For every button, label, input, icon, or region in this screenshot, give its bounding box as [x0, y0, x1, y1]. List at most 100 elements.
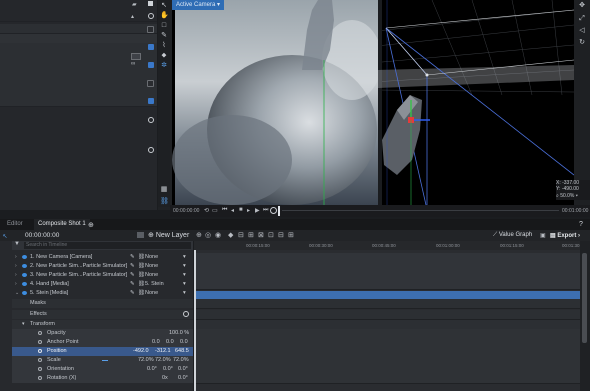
property-value-x[interactable]: 72.0%: [138, 356, 154, 365]
camera-icon[interactable]: ▭: [212, 207, 218, 214]
trim-icon[interactable]: ⊡: [268, 231, 274, 239]
timeline-tracks[interactable]: [194, 241, 580, 391]
keyframe-stopwatch-icon[interactable]: [38, 340, 42, 344]
property-row[interactable]: Anchor Point 0.0 0.0 0.0: [12, 338, 193, 347]
snap-icon[interactable]: ◉: [215, 231, 221, 239]
layer-row[interactable]: › 2. New Particle Sim...Particle Simulat…: [12, 262, 193, 271]
property-value-y[interactable]: 0.0: [166, 338, 174, 347]
skip-end-icon[interactable]: ⏭: [263, 207, 268, 214]
add-tab-icon[interactable]: ⊕: [88, 221, 94, 229]
help-icon[interactable]: ?: [579, 221, 583, 228]
pickwhip-icon[interactable]: ✎: [130, 289, 135, 298]
pickwhip-icon[interactable]: ✎: [130, 262, 135, 271]
viewport-scene[interactable]: [172, 0, 574, 205]
zoom-icon[interactable]: ⌕: [556, 193, 559, 199]
visibility-eye-icon[interactable]: [22, 282, 27, 286]
mark-out-icon[interactable]: ⊞: [248, 231, 254, 239]
scrollbar-thumb[interactable]: [582, 253, 587, 343]
panel-icon[interactable]: [148, 1, 153, 6]
expand-chevron-icon[interactable]: ›: [15, 262, 17, 271]
link-icon[interactable]: ⛓: [138, 289, 145, 298]
visibility-eye-icon[interactable]: [22, 291, 27, 295]
prop-row[interactable]: [0, 97, 157, 107]
pickwhip-icon[interactable]: ✎: [130, 253, 135, 262]
lock-icon[interactable]: ▰: [132, 1, 137, 8]
rectangle-tool-icon[interactable]: □: [160, 22, 168, 30]
stop-icon[interactable]: ■: [239, 207, 243, 213]
layout-icon[interactable]: ▣: [540, 232, 546, 239]
property-value-degrees[interactable]: 0.0°: [178, 374, 188, 383]
property-value[interactable]: 100.0 %: [169, 329, 189, 338]
property-value-y[interactable]: -312.1: [155, 347, 171, 356]
visibility-eye-icon[interactable]: [22, 264, 27, 268]
property-row[interactable]: Scale 72.0% 72.0% 72.0%: [12, 356, 193, 365]
layer-parent[interactable]: None: [145, 262, 158, 271]
toggle[interactable]: [131, 53, 141, 60]
value-graph-button[interactable]: ⟋ Value Graph: [493, 232, 532, 239]
checkbox-checked[interactable]: [148, 62, 154, 68]
export-button[interactable]: ▤ Export ›: [550, 232, 580, 239]
layer-row[interactable]: › 3. New Particle Sim...Particle Simulat…: [12, 271, 193, 280]
property-value-x[interactable]: -492.0: [133, 347, 149, 356]
scale-icon[interactable]: ⤢: [578, 15, 586, 23]
add-keyframe-icon[interactable]: ⊕: [196, 231, 202, 239]
reset-icon[interactable]: ↻: [578, 39, 586, 47]
range-icon[interactable]: ⊠: [258, 231, 264, 239]
property-value-x[interactable]: 0.0°: [147, 365, 157, 374]
keyframe-stopwatch-icon[interactable]: [38, 331, 42, 335]
link-icon[interactable]: ⛓: [138, 271, 145, 280]
property-value-x[interactable]: 0.0: [152, 338, 160, 347]
transform-group[interactable]: ▾ Transform: [12, 320, 193, 329]
expand-chevron-icon[interactable]: ›: [15, 271, 17, 280]
chevron-up-icon[interactable]: ▴: [131, 13, 134, 20]
fill-icon[interactable]: ⬥: [160, 52, 168, 60]
scrub-bar[interactable]: [282, 210, 559, 211]
pickwhip-icon[interactable]: ✎: [130, 271, 135, 280]
masks-group[interactable]: Masks: [12, 299, 193, 308]
gear-icon[interactable]: [148, 13, 154, 19]
gear-icon[interactable]: [183, 311, 189, 317]
property-value-z[interactable]: 0.0°: [178, 365, 188, 374]
mark-in-icon[interactable]: ⊟: [238, 231, 244, 239]
track-row[interactable]: [194, 280, 580, 290]
new-layer-button[interactable]: ⊕ New Layer: [148, 231, 189, 239]
visibility-eye-icon[interactable]: [22, 273, 27, 277]
link-icon[interactable]: ⛓: [138, 280, 145, 289]
chevron-down-icon[interactable]: ▾: [183, 280, 186, 289]
gear-icon[interactable]: [148, 117, 154, 123]
chevron-down-icon[interactable]: ▾: [183, 271, 186, 280]
link-icon[interactable]: ⛓: [138, 253, 145, 262]
record-icon[interactable]: [270, 207, 277, 214]
gear-icon[interactable]: [148, 147, 154, 153]
property-value-y[interactable]: 0.0°: [163, 365, 173, 374]
select-arrow-icon[interactable]: ↖: [1, 233, 9, 241]
layer-parent[interactable]: None: [145, 253, 158, 262]
filter-icon[interactable]: ▼: [14, 241, 20, 247]
split-icon[interactable]: ⊟: [278, 231, 284, 239]
ripple-icon[interactable]: ⊞: [288, 231, 294, 239]
chevron-down-icon[interactable]: ▾: [183, 262, 186, 271]
link-icon[interactable]: ⛓: [160, 198, 169, 206]
keyframe-stopwatch-icon[interactable]: [38, 367, 42, 371]
move-icon[interactable]: ✥: [578, 2, 586, 10]
property-row[interactable]: Opacity 100.0 %: [12, 329, 193, 338]
chevron-down-icon[interactable]: ▾: [22, 320, 25, 329]
property-value-y[interactable]: 72.0%: [155, 356, 171, 365]
select-arrow-icon[interactable]: ↖: [160, 2, 168, 10]
keyframe-stopwatch-icon[interactable]: [38, 358, 42, 362]
grid-icon[interactable]: ▦: [160, 186, 168, 194]
timeline-search-input[interactable]: Search in Timeline: [24, 242, 191, 249]
link-icon[interactable]: ∞: [131, 61, 135, 67]
property-row[interactable]: Rotation (X) 0x 0.0°: [12, 374, 193, 383]
timeline-scrollbar[interactable]: [580, 241, 590, 391]
collapse-chevron-icon[interactable]: ⌄: [15, 289, 19, 298]
property-value-turns[interactable]: 0x: [162, 374, 168, 383]
visibility-eye-icon[interactable]: [22, 255, 27, 259]
layer-parent[interactable]: None: [145, 289, 158, 298]
tab-composite-shot[interactable]: Composite Shot 1: [34, 219, 90, 230]
play-icon[interactable]: ▶: [255, 207, 260, 214]
property-value-z[interactable]: 72.0%: [173, 356, 189, 365]
checkbox[interactable]: [147, 26, 154, 33]
active-camera-dropdown[interactable]: Active Camera ▾: [172, 0, 225, 10]
skip-start-icon[interactable]: ⏮: [222, 207, 227, 214]
